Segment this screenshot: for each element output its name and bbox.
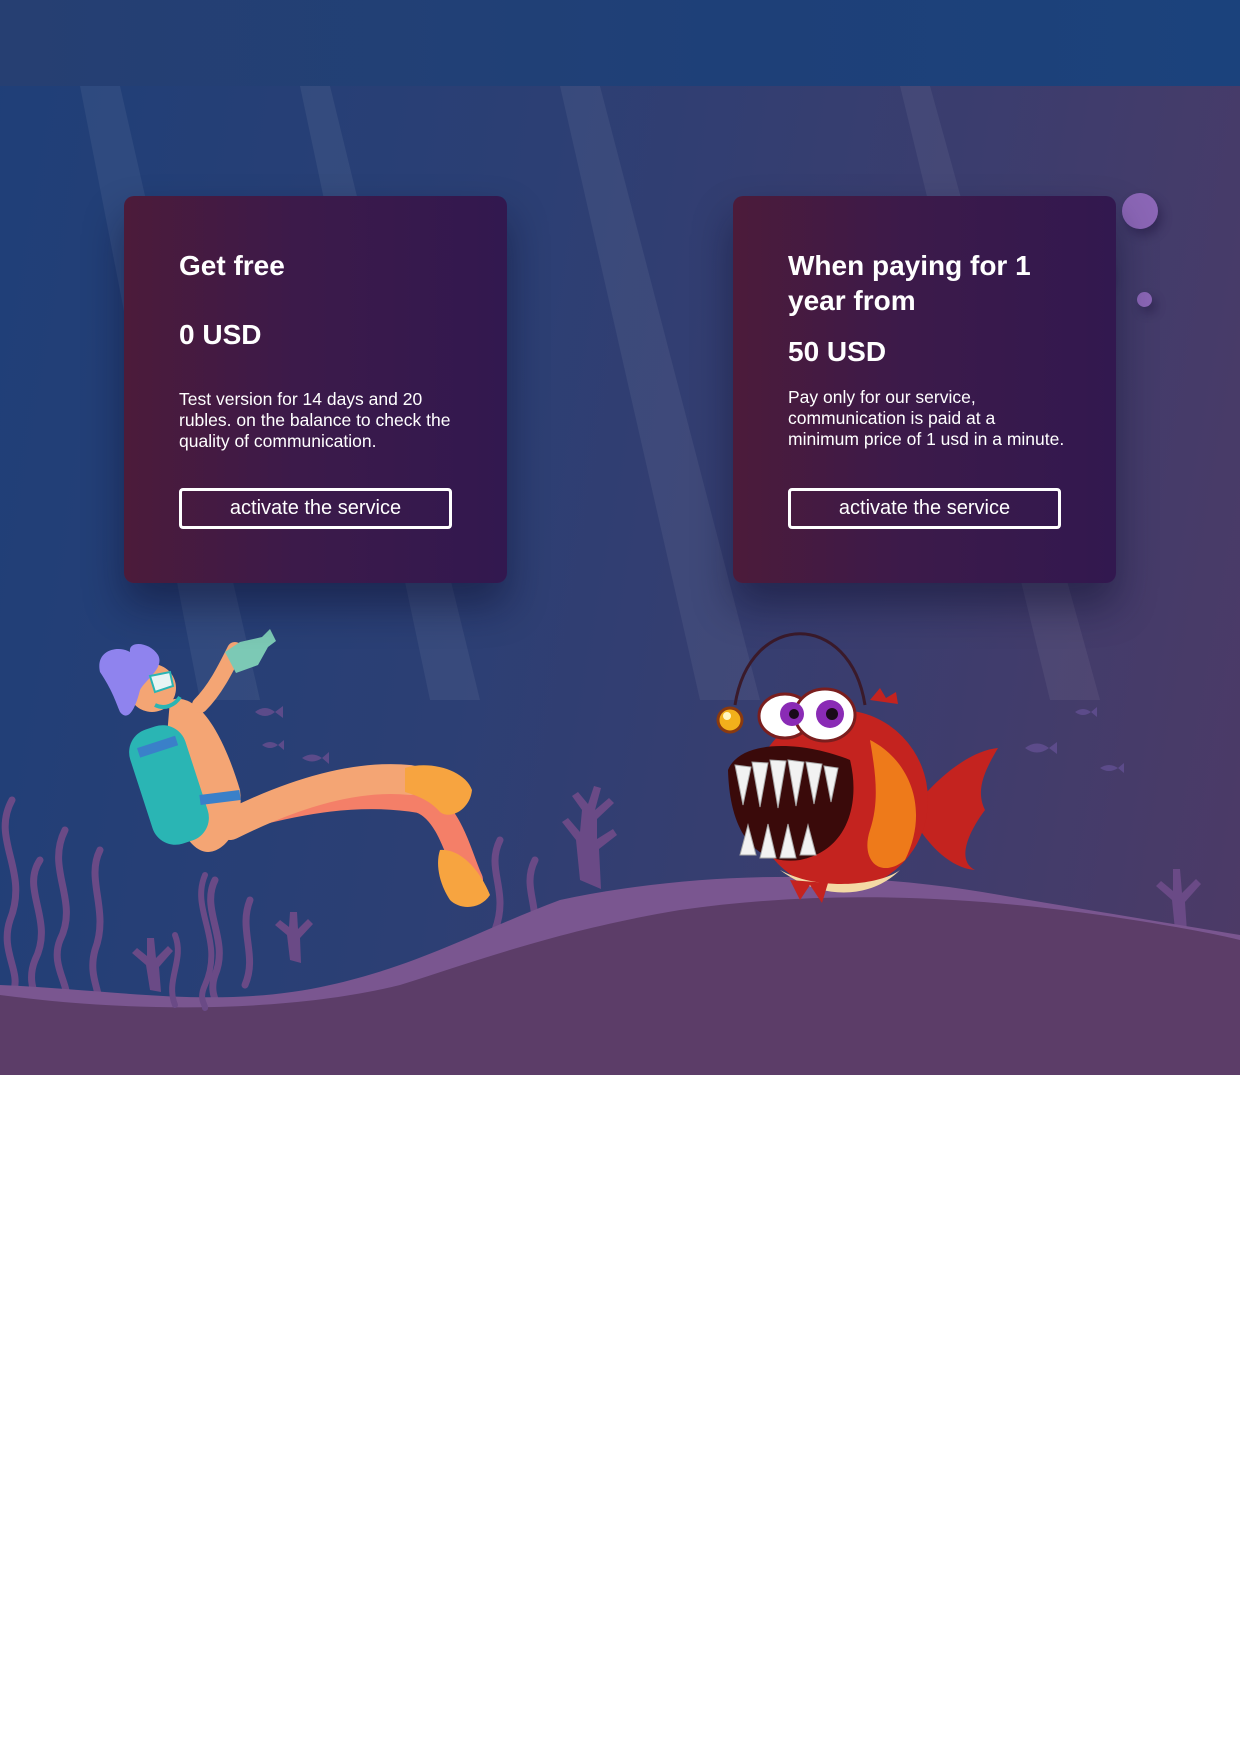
bubble-large	[1122, 193, 1158, 229]
activate-service-button[interactable]: activate the service	[788, 488, 1061, 529]
seabed	[0, 897, 1240, 1075]
foreground-seaweed-illustration	[169, 872, 215, 1011]
plan-title: Get free	[179, 250, 285, 281]
plan-title: When paying for 1 year from	[788, 250, 1031, 316]
bubble-small	[1137, 292, 1152, 307]
pricing-card-free: Get free 0 USD Test version for 14 days …	[124, 196, 507, 583]
activate-service-button[interactable]: activate the service	[179, 488, 452, 529]
small-fish-illustration	[255, 706, 1124, 773]
plan-price: 0 USD	[179, 319, 262, 350]
underwater-pricing-section: Get free 0 USD Test version for 14 days …	[0, 0, 1240, 1075]
anglerfish-illustration	[716, 632, 998, 903]
plan-description: Pay only for our service, communication …	[788, 387, 1065, 449]
pricing-card-annual: When paying for 1 year from 50 USD Pay o…	[733, 196, 1116, 583]
plan-price: 50 USD	[788, 336, 887, 367]
plan-description: Test version for 14 days and 20 rubles. …	[179, 389, 451, 451]
